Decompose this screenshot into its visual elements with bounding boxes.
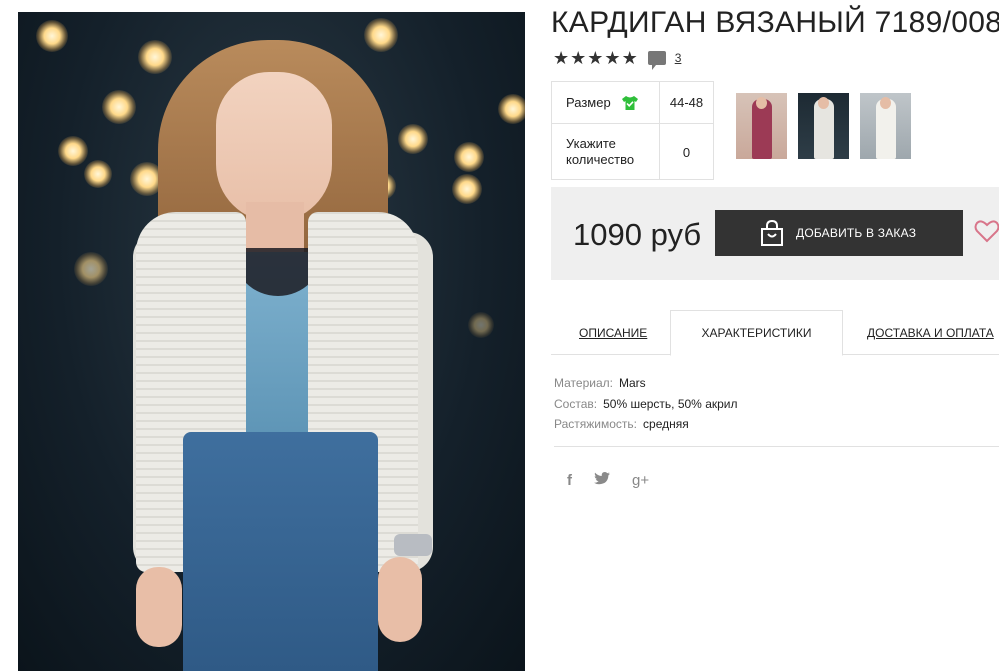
material-key: Материал: bbox=[554, 376, 613, 390]
quantity-row: Укажите количество 0 bbox=[552, 124, 713, 180]
characteristic-material: Материал: Mars bbox=[554, 373, 738, 394]
thumbnail-white-cardigan-dark[interactable] bbox=[798, 93, 849, 159]
twitter-icon[interactable] bbox=[594, 472, 610, 489]
star-icon: ★ bbox=[570, 48, 587, 68]
size-label: Размер bbox=[566, 95, 611, 110]
characteristic-composition: Состав: 50% шерсть, 50% акрил bbox=[554, 394, 738, 415]
composition-value: 50% шерсть, 50% акрил bbox=[603, 396, 738, 411]
product-tabs: ОПИСАНИЕ ХАРАКТЕРИСТИКИ ДОСТАВКА И ОПЛАТ… bbox=[551, 310, 999, 356]
stretch-key: Растяжимость: bbox=[554, 417, 638, 431]
facebook-icon[interactable]: f bbox=[567, 472, 572, 489]
divider bbox=[554, 446, 999, 447]
review-count-link[interactable]: 3 bbox=[675, 51, 682, 65]
add-to-order-label: ДОБАВИТЬ В ЗАКАЗ bbox=[796, 226, 917, 240]
googleplus-icon[interactable]: g+ bbox=[632, 472, 649, 489]
size-label-cell: Размер bbox=[552, 82, 660, 123]
product-price: 1090 руб bbox=[573, 217, 702, 252]
thumbnail-burgundy-cardigan[interactable] bbox=[736, 93, 787, 159]
star-icon: ★ bbox=[587, 48, 604, 68]
composition-key: Состав: bbox=[554, 396, 598, 411]
comment-icon[interactable] bbox=[647, 51, 666, 70]
quantity-label: Укажите количество bbox=[552, 124, 660, 180]
add-to-order-button[interactable]: ДОБАВИТЬ В ЗАКАЗ bbox=[715, 210, 963, 256]
product-options-table: Размер 44-48 Укажите количество 0 bbox=[551, 81, 714, 180]
rating-row: ★ ★ ★ ★ ★ 3 bbox=[553, 48, 682, 70]
quantity-input[interactable]: 0 bbox=[660, 124, 713, 180]
shopping-bag-icon bbox=[759, 219, 785, 246]
tab-delivery-payment[interactable]: ДОСТАВКА И ОПЛАТА bbox=[867, 310, 994, 355]
size-chart-shirt-icon[interactable] bbox=[621, 95, 639, 111]
thumbnail-white-cardigan-light[interactable] bbox=[860, 93, 911, 159]
wishlist-heart-icon[interactable] bbox=[974, 219, 999, 243]
material-value: Mars bbox=[618, 376, 646, 390]
social-share: f g+ bbox=[567, 472, 649, 489]
size-value[interactable]: 44-48 bbox=[660, 82, 713, 123]
star-icon: ★ bbox=[621, 48, 638, 68]
stretch-value: средняя bbox=[643, 417, 689, 431]
tab-description[interactable]: ОПИСАНИЕ bbox=[579, 310, 647, 355]
star-icon: ★ bbox=[604, 48, 621, 68]
characteristic-stretch: Растяжимость: средняя bbox=[554, 414, 738, 435]
characteristics-list: Материал: Mars Состав: 50% шерсть, 50% акр… bbox=[554, 373, 738, 435]
tab-characteristics[interactable]: ХАРАКТЕРИСТИКИ bbox=[670, 310, 843, 356]
main-product-image[interactable] bbox=[18, 12, 525, 671]
size-row: Размер 44-48 bbox=[552, 82, 713, 124]
buy-box: 1090 руб ДОБАВИТЬ В ЗАКАЗ bbox=[551, 187, 999, 280]
star-icon: ★ bbox=[553, 48, 570, 68]
rating-stars[interactable]: ★ ★ ★ ★ ★ bbox=[553, 48, 638, 68]
product-title: КАРДИГАН ВЯЗАНЫЙ 7189/008 bbox=[551, 6, 999, 39]
